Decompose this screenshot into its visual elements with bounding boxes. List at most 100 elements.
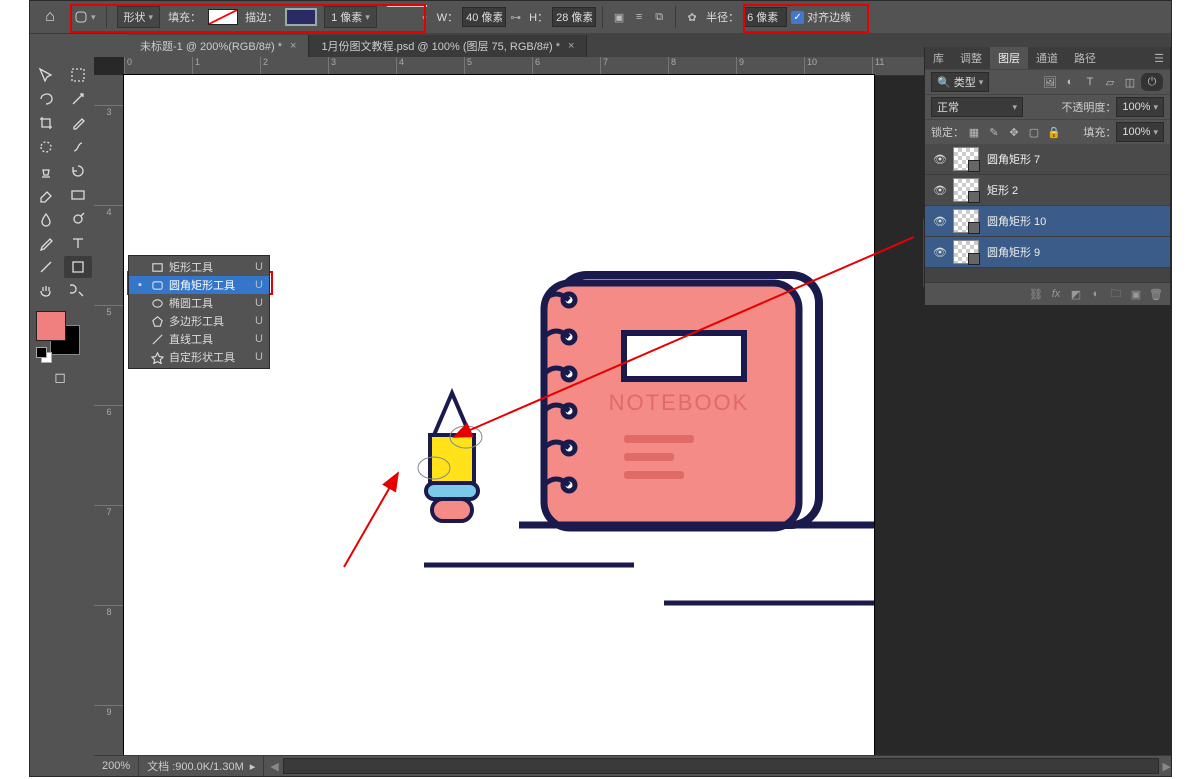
panel-tab[interactable]: 路径 [1066,47,1104,69]
path-tool[interactable] [32,256,60,278]
filter-type-icon[interactable]: T [1081,73,1099,91]
doc-size[interactable]: 文档 :900.0K/1.30M▸ [139,756,264,776]
width-field[interactable] [462,7,506,27]
filter-smart-icon[interactable]: ◫ [1121,73,1139,91]
canvas[interactable]: NOTEBOOK [124,75,874,755]
group-icon[interactable]: 🗀 [1107,285,1125,303]
stamp-tool[interactable] [32,160,60,182]
path-op-icon[interactable]: ▣ [610,8,628,26]
flyout-item-poly[interactable]: 多边形工具U [129,312,269,330]
fx-icon[interactable]: fx [1047,285,1065,303]
layer-thumb[interactable] [953,147,979,171]
patch-tool[interactable] [32,136,60,158]
blend-mode-select[interactable]: 正常▾ [931,97,1023,117]
panel-tab[interactable]: 库 [925,47,952,69]
panel-tab[interactable]: 通道 [1028,47,1066,69]
layer-thumb[interactable] [953,209,979,233]
layer-row[interactable]: 👁 矩形 2 [925,175,1170,206]
link-wh-icon[interactable]: ⊶ [510,6,521,28]
move-tool[interactable] [32,64,60,86]
zoom-tool[interactable] [64,280,92,302]
opacity-field[interactable]: 100%▾ [1116,97,1164,117]
layers-panel: 库调整图层通道路径☰ 🔍类型▾ 🖼 ◐ T ▱ ◫ ⏻ 正常▾ 不透明度： 10… [924,47,1171,306]
stroke-swatch[interactable] [285,8,317,26]
marquee-tool[interactable] [64,64,92,86]
arrange-icon[interactable]: ⧉ [650,8,668,26]
dodge-tool[interactable] [64,208,92,230]
eyedropper-tool[interactable] [64,112,92,134]
h-scrollbar[interactable] [283,758,1159,774]
artwork: NOTEBOOK [124,75,874,755]
layer-row[interactable]: 👁 圆角矩形 10 [925,206,1170,237]
radius-label: 半径： [706,6,739,28]
document-tab[interactable]: 1月份图文教程.psd @ 100% (图层 75, RGB/8#) *× [309,35,587,57]
layer-thumb[interactable] [953,240,979,264]
flyout-item-rect[interactable]: 矩形工具U [129,258,269,276]
stroke-width-field[interactable]: 1 像素▾ [324,6,377,28]
tool-preset[interactable]: ▾ [74,6,96,28]
flyout-item-line[interactable]: 直线工具U [129,330,269,348]
visibility-icon[interactable]: 👁 [931,184,949,197]
delete-icon[interactable]: 🗑 [1147,285,1165,303]
radius-field[interactable] [743,7,787,27]
filter-adjust-icon[interactable]: ◐ [1061,73,1079,91]
lock-paint-icon[interactable]: ✎ [985,123,1003,141]
height-field[interactable] [552,7,596,27]
blur-tool[interactable] [32,208,60,230]
panel-tab[interactable]: 调整 [952,47,990,69]
panel-tab[interactable]: 图层 [990,47,1028,69]
flyout-item-ellipse[interactable]: 椭圆工具U [129,294,269,312]
visibility-icon[interactable]: 👁 [931,215,949,228]
brush-tool[interactable] [64,136,92,158]
home-icon[interactable]: ⌂ [30,1,70,33]
visibility-icon[interactable]: 👁 [931,246,949,259]
adjustment-icon[interactable]: ◐ [1087,285,1105,303]
layer-filter-select[interactable]: 🔍类型▾ [931,72,989,92]
wand-tool[interactable] [64,88,92,110]
gear-icon[interactable]: ✿ [683,8,701,26]
layer-name[interactable]: 圆角矩形 10 [983,213,1164,229]
layer-row[interactable]: 👁 圆角矩形 9 [925,237,1170,268]
pen-tool[interactable] [32,232,60,254]
link-layers-icon[interactable]: ⛓ [1027,285,1045,303]
lock-all-icon[interactable]: 🔒 [1045,123,1063,141]
fill-opacity-label: 填充： [1083,124,1116,140]
layer-thumb[interactable] [953,178,979,202]
gradient-tool[interactable] [64,184,92,206]
svg-text:NOTEBOOK: NOTEBOOK [609,390,750,415]
shape-tool[interactable] [64,256,92,278]
shape-mode-select[interactable]: 形状▾ [117,6,161,28]
fill-opacity-field[interactable]: 100%▾ [1116,122,1164,142]
flyout-item-rrect[interactable]: ▪圆角矩形工具U [129,276,269,294]
layer-name[interactable]: 圆角矩形 9 [983,244,1164,260]
zoom-level[interactable]: 200% [94,756,139,776]
flyout-item-custom[interactable]: 自定形状工具U [129,348,269,366]
align-icon[interactable]: ≡ [630,8,648,26]
foreground-background-swatch[interactable] [36,311,86,357]
filter-shape-icon[interactable]: ▱ [1101,73,1119,91]
layer-row[interactable]: 👁 圆角矩形 7 [925,144,1170,175]
hand-tool[interactable] [32,280,60,302]
fill-swatch[interactable] [208,9,238,25]
lock-position-icon[interactable]: ✥ [1005,123,1023,141]
lasso-tool[interactable] [32,88,60,110]
history-tool[interactable] [64,160,92,182]
type-tool[interactable] [64,232,92,254]
filter-toggle-icon[interactable]: ⏻ [1141,73,1163,91]
stroke-style[interactable]: ▾ [387,5,427,29]
visibility-icon[interactable]: 👁 [931,153,949,166]
panel-menu-icon[interactable]: ☰ [1148,47,1170,69]
eraser-tool[interactable] [32,184,60,206]
crop-tool[interactable] [32,112,60,134]
document-tab[interactable]: 未标题-1 @ 200%(RGB/8#) *× [128,35,309,57]
lock-artboard-icon[interactable]: ▢ [1025,123,1043,141]
new-layer-icon[interactable]: ▣ [1127,285,1145,303]
layer-name[interactable]: 圆角矩形 7 [983,151,1164,167]
quick-mask-icon[interactable]: ◻ [33,366,87,388]
align-edges-checkbox[interactable]: ✓对齐边缘 [791,6,851,28]
ruler-vertical[interactable]: 3456789 [94,75,125,756]
mask-icon[interactable]: ◩ [1067,285,1085,303]
lock-transparent-icon[interactable]: ▦ [965,123,983,141]
filter-image-icon[interactable]: 🖼 [1041,73,1059,91]
layer-name[interactable]: 矩形 2 [983,182,1164,198]
